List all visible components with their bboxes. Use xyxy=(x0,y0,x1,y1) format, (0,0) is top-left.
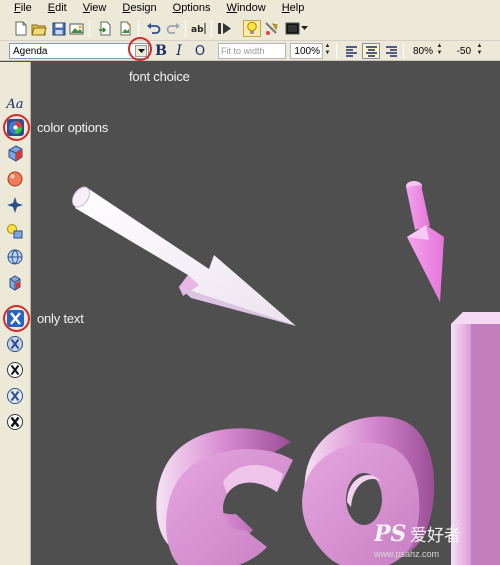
scale-field[interactable]: 80% xyxy=(409,43,435,59)
text-edit-icon[interactable]: ab xyxy=(190,20,208,37)
color-options-icon[interactable] xyxy=(5,117,25,137)
import-icon[interactable] xyxy=(96,20,114,37)
pink-arrow-shape xyxy=(406,181,444,302)
import-image-icon[interactable] xyxy=(116,20,134,37)
menu-view[interactable]: View xyxy=(83,2,107,14)
annotation-only-text: only text xyxy=(37,311,84,326)
text-style-tool[interactable]: Aa xyxy=(5,94,25,114)
shape-tool-icon[interactable] xyxy=(5,221,25,241)
zoom-value: 100% xyxy=(294,45,320,57)
toolbar-separator xyxy=(138,20,139,37)
menu-bar: File Edit View Design Options Window Hel… xyxy=(0,0,500,16)
background-icon[interactable] xyxy=(283,20,301,37)
text-preset-2-icon[interactable] xyxy=(5,334,25,354)
text-preset-4-icon[interactable] xyxy=(5,386,25,406)
svg-text:ab: ab xyxy=(191,25,204,35)
menu-file[interactable]: File xyxy=(14,2,32,14)
zoom-spinner[interactable]: ▲ ▼ xyxy=(323,43,332,59)
toolbar-separator xyxy=(403,43,404,59)
zoom-field[interactable]: 100% xyxy=(290,43,323,59)
svg-text:爱好者: 爱好者 xyxy=(410,526,461,546)
lightbulb-icon[interactable] xyxy=(243,20,261,37)
lighting-tool-icon[interactable] xyxy=(5,195,25,215)
scale-spinner[interactable]: ▲ ▼ xyxy=(435,43,444,59)
menu-window[interactable]: Window xyxy=(227,2,266,14)
white-arrow-shape xyxy=(72,186,296,326)
play-animation-icon[interactable] xyxy=(216,20,234,37)
undo-icon[interactable] xyxy=(144,20,162,37)
bevel-tool-icon[interactable] xyxy=(5,143,25,163)
menu-options[interactable]: Options xyxy=(173,2,211,14)
background-dropdown-icon[interactable] xyxy=(300,20,308,37)
rotation-field[interactable]: -50 xyxy=(449,43,473,59)
watermark-logo: PS 爱好者 xyxy=(373,521,461,547)
fit-select[interactable]: Fit to width xyxy=(218,43,286,59)
toolbar-separator xyxy=(89,20,90,37)
toolbar-separator xyxy=(185,20,186,37)
tool-palette: Aa xyxy=(0,62,31,565)
export-image-icon[interactable] xyxy=(68,20,86,37)
object-tool-icon[interactable] xyxy=(5,273,25,293)
menu-edit[interactable]: Edit xyxy=(48,2,67,14)
watermark: PS 爱好者 www.psahz.com xyxy=(373,519,492,559)
font-select-value: Agenda xyxy=(13,45,48,57)
bold-button[interactable]: B xyxy=(153,43,169,59)
font-dropdown-arrow-icon[interactable] xyxy=(135,45,147,57)
rotation-value: -50 xyxy=(456,45,471,57)
new-file-icon[interactable] xyxy=(12,20,30,37)
design-canvas[interactable]: PS 爱好者 www.psahz.com xyxy=(31,62,500,565)
canvas-artwork xyxy=(72,181,500,565)
align-left-icon[interactable] xyxy=(342,43,360,59)
font-select[interactable]: Agenda xyxy=(9,43,149,59)
save-icon[interactable] xyxy=(50,20,68,37)
annotation-color-options: color options xyxy=(37,120,109,135)
toolbar-separator xyxy=(211,20,212,37)
redo-icon[interactable] xyxy=(164,20,182,37)
svg-text:PS: PS xyxy=(374,521,406,547)
align-center-icon[interactable] xyxy=(362,43,380,59)
align-right-icon[interactable] xyxy=(382,43,400,59)
only-text-icon[interactable] xyxy=(5,308,25,328)
menu-help[interactable]: Help xyxy=(282,2,305,14)
globe-tool-icon[interactable] xyxy=(5,247,25,267)
main-toolbar: ab xyxy=(0,16,500,41)
light-tool-icon[interactable] xyxy=(263,20,281,37)
format-toolbar: Agenda B I O Fit to width 100% ▲ ▼ 80% ▲ ▼… xyxy=(0,41,500,61)
outline-button[interactable]: O xyxy=(192,43,208,59)
italic-button[interactable]: I xyxy=(171,43,187,59)
annotation-font-choice: font choice xyxy=(129,69,190,84)
menu-design[interactable]: Design xyxy=(122,2,156,14)
rotation-spinner[interactable]: ▲ ▼ xyxy=(475,43,484,59)
text-preset-5-icon[interactable] xyxy=(5,412,25,432)
material-tool-icon[interactable] xyxy=(5,169,25,189)
toolbar-separator xyxy=(336,43,337,59)
fit-select-placeholder: Fit to width xyxy=(221,46,265,56)
watermark-url: www.psahz.com xyxy=(374,549,440,559)
open-folder-icon[interactable] xyxy=(30,20,48,37)
scale-value: 80% xyxy=(412,45,433,57)
text-preset-3-icon[interactable] xyxy=(5,360,25,380)
